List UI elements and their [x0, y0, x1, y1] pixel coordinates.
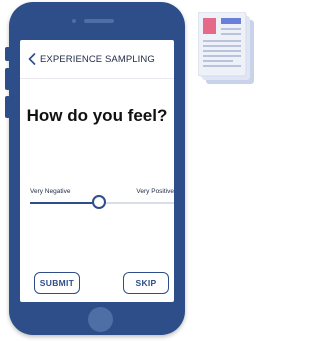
mood-slider-fill: [30, 202, 100, 204]
app-header: EXPERIENCE SAMPLING: [20, 40, 174, 79]
home-button: [88, 307, 113, 332]
app-screen: EXPERIENCE SAMPLING How do you feel? Ver…: [20, 40, 174, 302]
phone-frame: EXPERIENCE SAMPLING How do you feel? Ver…: [5, 2, 185, 335]
phone-side-button: [5, 96, 10, 118]
document-icon: [197, 11, 258, 90]
question-heading: How do you feel?: [26, 106, 168, 125]
slider-min-label: Very Negative: [30, 188, 71, 195]
skip-button[interactable]: SKIP: [123, 272, 169, 294]
chevron-left-icon[interactable]: [26, 52, 38, 66]
camera-icon: [72, 19, 76, 23]
submit-button[interactable]: SUBMIT: [34, 272, 80, 294]
page-title: EXPERIENCE SAMPLING: [40, 53, 155, 65]
phone-side-button: [5, 47, 10, 61]
slider-max-label: Very Positive: [136, 188, 174, 195]
mood-slider-thumb[interactable]: [92, 195, 107, 209]
speaker-grille: [84, 19, 114, 23]
phone-side-button: [5, 68, 10, 90]
